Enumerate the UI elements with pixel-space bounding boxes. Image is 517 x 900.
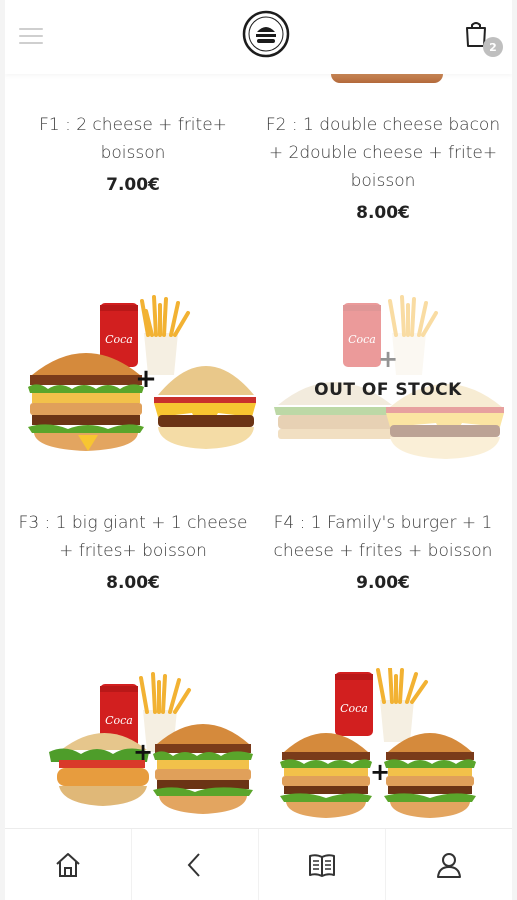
product-image-f5[interactable]: Coca + xyxy=(35,668,275,838)
back-chevron-icon xyxy=(187,852,200,877)
out-of-stock-label: OUT OF STOCK xyxy=(314,380,462,400)
svg-text:+: + xyxy=(133,738,153,766)
product-card-f1[interactable]: F1 : 2 cheese + frite+ boisson 7.00€ xyxy=(8,111,258,195)
product-price: 8.00€ xyxy=(106,573,160,593)
product-price: 9.00€ xyxy=(356,573,410,593)
burger-logo-icon[interactable] xyxy=(242,10,290,58)
svg-text:Coca: Coca xyxy=(105,714,133,727)
product-price: 8.00€ xyxy=(356,203,410,223)
product-name: F3 : 1 big giant + 1 cheese + frites+ bo… xyxy=(18,513,248,561)
product-image-f6[interactable]: Coca + xyxy=(270,668,510,838)
svg-text:Coca: Coca xyxy=(340,702,368,715)
nav-account-button[interactable] xyxy=(386,829,512,900)
user-icon xyxy=(437,852,461,878)
bottom-navigation xyxy=(5,828,512,900)
product-name: F4 : 1 Family's burger + 1 cheese + frit… xyxy=(273,513,493,561)
nav-menu-button[interactable] xyxy=(259,829,386,900)
top-header: 2 xyxy=(5,0,512,74)
product-card-f4[interactable]: F4 : 1 Family's burger + 1 cheese + frit… xyxy=(258,509,508,593)
cart-count-badge: 2 xyxy=(483,37,503,57)
product-card-f2[interactable]: F2 : 1 double cheese bacon + 2double che… xyxy=(258,111,508,223)
svg-text:+: + xyxy=(135,364,157,394)
product-name: F1 : 2 cheese + frite+ boisson xyxy=(39,115,227,163)
hamburger-menu-icon[interactable] xyxy=(19,28,43,48)
menu-book-icon xyxy=(309,853,335,877)
home-icon xyxy=(56,852,80,877)
product-image-f3[interactable]: Coca + xyxy=(18,295,258,465)
product-image-f4[interactable]: Coca + OUT OF STOCK xyxy=(268,295,508,465)
product-price: 7.00€ xyxy=(106,175,160,195)
app-frame: 2 F1 : 2 cheese + frite+ boisson 7.00€ F… xyxy=(5,0,512,900)
nav-home-button[interactable] xyxy=(5,829,132,900)
product-card-f3[interactable]: F3 : 1 big giant + 1 cheese + frites+ bo… xyxy=(8,509,258,593)
svg-text:Coca: Coca xyxy=(105,333,133,346)
product-name: F2 : 1 double cheese bacon + 2double che… xyxy=(265,115,501,191)
cart-button[interactable]: 2 xyxy=(463,20,503,57)
nav-back-button[interactable] xyxy=(132,829,259,900)
